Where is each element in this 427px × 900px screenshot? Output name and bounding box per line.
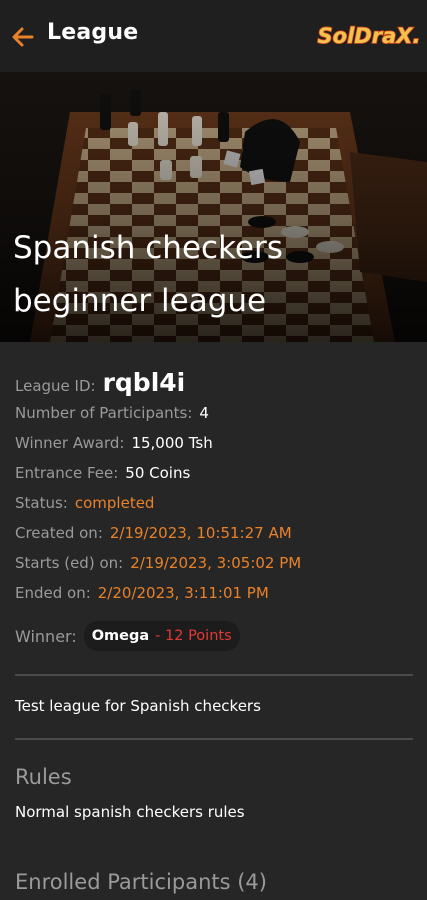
status-label: Status: <box>15 494 68 512</box>
divider <box>15 674 413 676</box>
award-label: Winner Award: <box>15 434 125 452</box>
starts-label: Starts (ed) on: <box>15 554 124 572</box>
status-value: completed <box>74 494 155 512</box>
league-hero: Spanish checkers beginner league <box>0 72 427 342</box>
participants-label: Number of Participants: <box>15 404 193 422</box>
league-id-row: League ID: rqbl4i <box>15 368 415 404</box>
starts-value: 2/19/2023, 3:05:02 PM <box>130 554 302 572</box>
winner-chip[interactable]: Omega - 12 Points <box>83 621 240 651</box>
app-bar: League SolDraX. <box>0 0 427 72</box>
back-button[interactable] <box>8 22 38 52</box>
rules-heading: Rules <box>15 765 72 789</box>
winner-points: - 12 Points <box>155 628 232 644</box>
award-row: Winner Award: 15,000 Tsh <box>15 434 415 464</box>
league-details: League ID: rqbl4i Number of Participants… <box>15 368 415 656</box>
participants-row: Number of Participants: 4 <box>15 404 415 434</box>
league-title: Spanish checkers beginner league <box>13 230 283 319</box>
page-title: League <box>47 20 139 45</box>
fee-label: Entrance Fee: <box>15 464 119 482</box>
winner-label: Winner: <box>15 626 77 646</box>
divider <box>15 738 413 740</box>
league-id-value: rqbl4i <box>102 368 186 397</box>
starts-row: Starts (ed) on: 2/19/2023, 3:05:02 PM <box>15 554 415 584</box>
arrow-left-icon <box>12 27 34 47</box>
created-label: Created on: <box>15 524 103 542</box>
winner-name: Omega <box>91 628 150 644</box>
ended-label: Ended on: <box>15 584 91 602</box>
league-id-label: League ID: <box>15 377 96 395</box>
participants-heading: Enrolled Participants (4) <box>15 870 267 894</box>
created-row: Created on: 2/19/2023, 10:51:27 AM <box>15 524 415 554</box>
created-value: 2/19/2023, 10:51:27 AM <box>109 524 292 542</box>
status-row: Status: completed <box>15 494 415 524</box>
rules-text: Normal spanish checkers rules <box>15 803 245 821</box>
league-description: Test league for Spanish checkers <box>15 697 261 715</box>
ended-row: Ended on: 2/20/2023, 3:11:01 PM <box>15 584 415 614</box>
soldrax-logo: SolDraX. <box>317 23 421 49</box>
fee-value: 50 Coins <box>125 464 191 482</box>
participants-value: 4 <box>199 404 209 422</box>
svg-text:SolDraX.: SolDraX. <box>318 24 421 48</box>
fee-row: Entrance Fee: 50 Coins <box>15 464 415 494</box>
award-value: 15,000 Tsh <box>131 434 213 452</box>
ended-value: 2/20/2023, 3:11:01 PM <box>97 584 269 602</box>
winner-row: Winner: Omega - 12 Points <box>15 616 415 656</box>
